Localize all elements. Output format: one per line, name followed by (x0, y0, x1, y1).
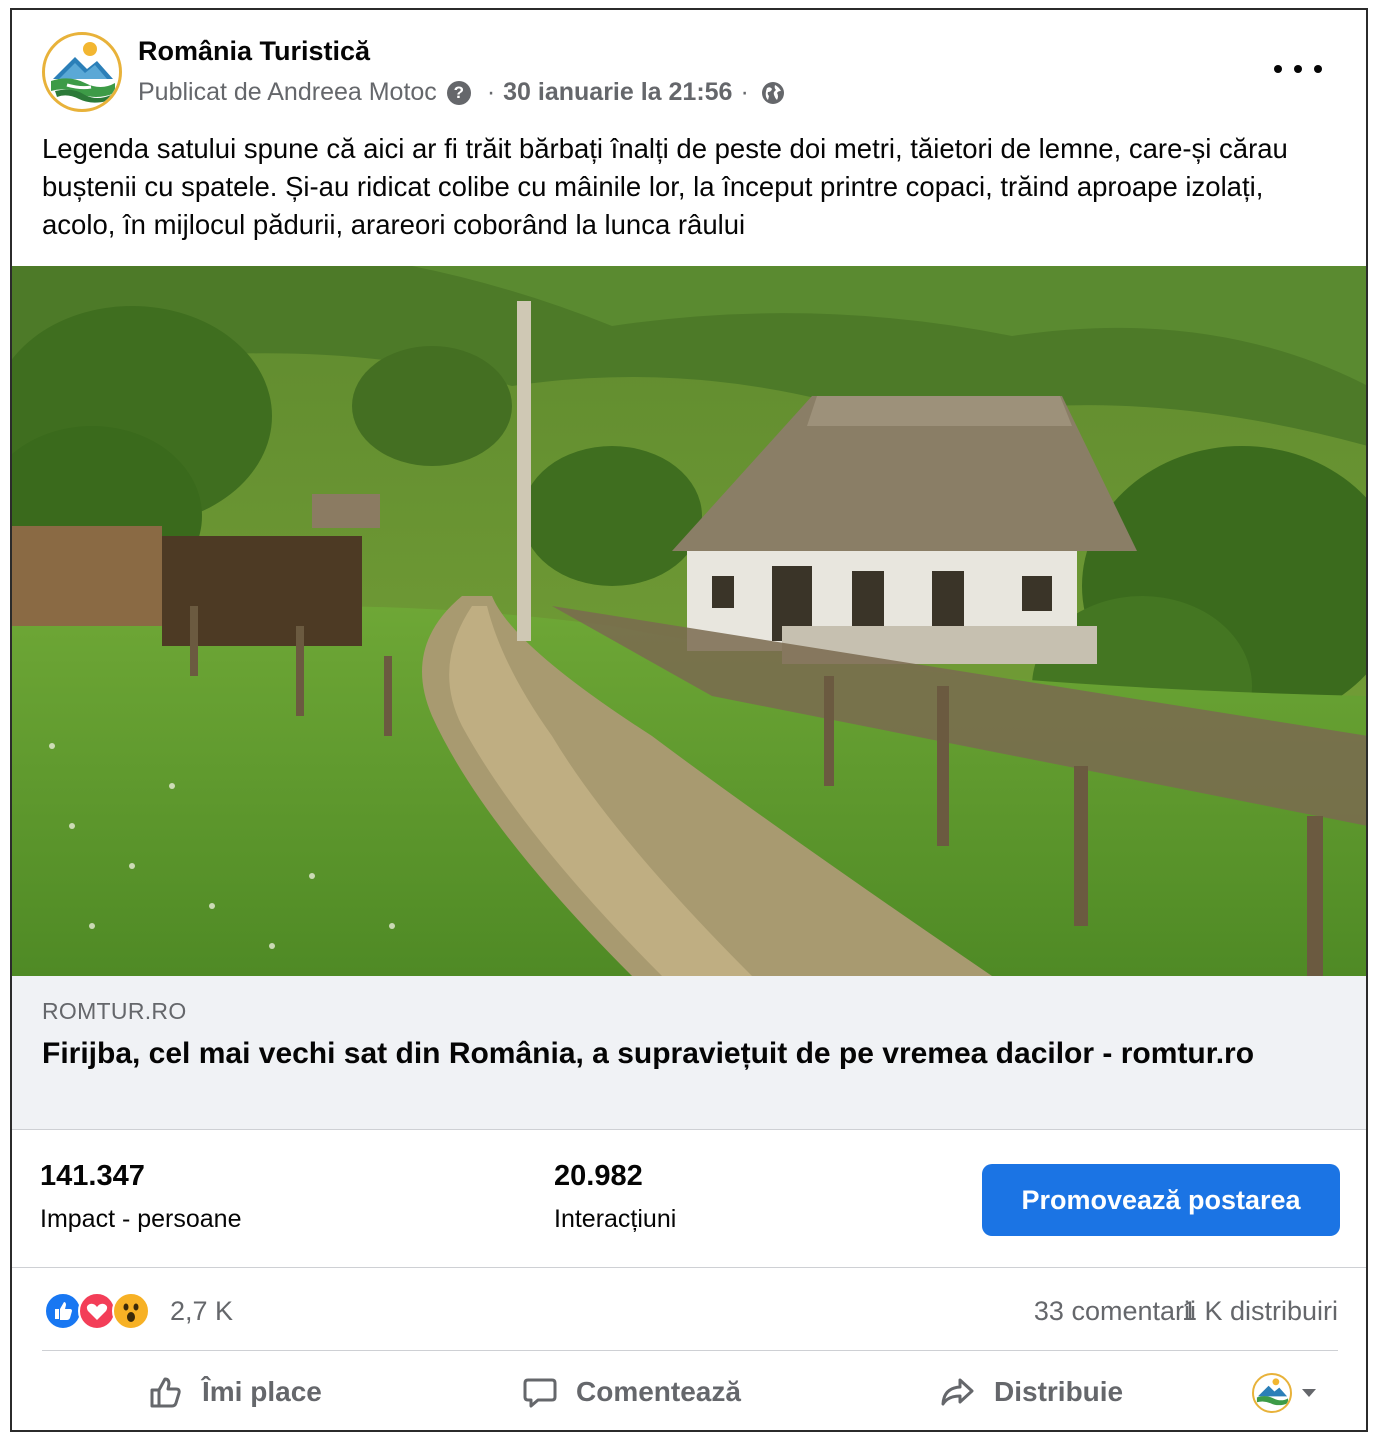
engagement-value: 20.982 (554, 1160, 643, 1192)
post-header: România Turistică Publicat de Andreea Mo… (12, 10, 1366, 120)
share-button[interactable]: Distribuie (938, 1370, 1123, 1414)
romania-turistica-logo-icon (1256, 1378, 1289, 1406)
action-bar: Îmi place Comentează Distribuie (12, 1352, 1366, 1430)
divider (42, 1350, 1338, 1351)
help-icon[interactable]: ? (446, 80, 471, 105)
more-options-button[interactable] (1274, 54, 1322, 84)
published-by: Publicat de Andreea Motoc (138, 78, 437, 106)
share-button-label: Distribuie (994, 1376, 1124, 1407)
engagement-stat: 20.982 Interacțiuni (554, 1160, 676, 1234)
caret-down-icon (1302, 1389, 1316, 1397)
post-insights: 141.347 Impact - persoane 20.982 Interac… (12, 1130, 1366, 1268)
like-reaction-icon (44, 1292, 82, 1330)
page-avatar-small (1252, 1373, 1292, 1413)
post-card: România Turistică Publicat de Andreea Mo… (10, 8, 1368, 1432)
reactions-bar: 2,7 K 33 comentarii 1 K distribuiri (12, 1268, 1366, 1352)
comment-bubble-icon (523, 1378, 557, 1408)
reach-stat: 141.347 Impact - persoane (40, 1160, 242, 1234)
comments-count[interactable]: 33 comentarii (1034, 1296, 1196, 1327)
share-arrow-icon (941, 1378, 974, 1406)
post-photo[interactable] (12, 266, 1366, 976)
like-button-label: Îmi place (202, 1376, 322, 1407)
reach-value: 141.347 (40, 1160, 145, 1192)
love-reaction-icon (78, 1292, 116, 1330)
globe-icon[interactable] (761, 81, 785, 105)
thumbs-up-icon (150, 1377, 181, 1408)
post-text: Legenda satului spune că aici ar fi trăi… (42, 133, 1288, 240)
reaction-icons[interactable] (44, 1292, 156, 1330)
meta-separator: · (486, 78, 496, 106)
village-house-photo (12, 266, 1366, 976)
romania-turistica-logo-icon (51, 42, 115, 103)
post-meta: Publicat de Andreea Motoc ? · 30 ianuari… (138, 78, 785, 107)
comment-button-label: Comentează (576, 1376, 741, 1407)
reach-label: Impact - persoane (40, 1205, 242, 1233)
promote-post-button[interactable]: Promovează postarea (982, 1164, 1340, 1236)
page-avatar[interactable] (42, 32, 122, 112)
like-button[interactable]: Îmi place (146, 1370, 322, 1414)
more-horizontal-icon (1274, 65, 1282, 73)
engagement-label: Interacțiuni (554, 1205, 677, 1233)
shares-count[interactable]: 1 K distribuiri (1182, 1296, 1338, 1327)
meta-separator: · (740, 78, 749, 106)
post-as-selector[interactable] (1252, 1372, 1316, 1414)
link-preview[interactable]: ROMTUR.RO Firijba, cel mai vechi sat din… (12, 976, 1366, 1130)
page-name[interactable]: România Turistică (138, 36, 370, 67)
wow-reaction-icon (112, 1292, 150, 1330)
link-title[interactable]: Firijba, cel mai vechi sat din România, … (42, 1034, 1302, 1074)
comment-button[interactable]: Comentează (520, 1370, 741, 1414)
reaction-count[interactable]: 2,7 K (170, 1296, 233, 1327)
post-timestamp[interactable]: 30 ianuarie la 21:56 (503, 78, 732, 107)
link-domain: ROMTUR.RO (42, 998, 187, 1024)
